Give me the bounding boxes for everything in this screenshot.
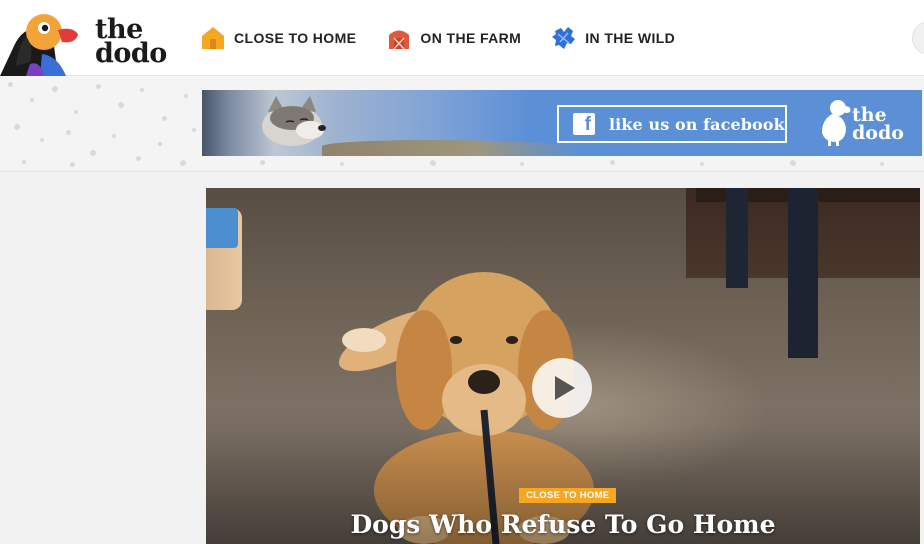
category-badge[interactable]: CLOSE TO HOME bbox=[519, 488, 617, 503]
nav-label-in-the-wild: IN THE WILD bbox=[585, 30, 676, 46]
speckle-dot bbox=[52, 86, 58, 92]
speckle-dot bbox=[112, 134, 116, 138]
speckle-dot bbox=[158, 142, 162, 146]
nav-item-close-to-home[interactable]: CLOSE TO HOME bbox=[200, 25, 356, 51]
speckle-dot bbox=[30, 98, 34, 102]
speckle-dot bbox=[184, 94, 188, 98]
main-nav: CLOSE TO HOME ON THE FARM IN THE WILD bbox=[200, 22, 705, 54]
barn-icon bbox=[386, 25, 412, 51]
speckle-dot bbox=[260, 160, 265, 165]
speckle-dot bbox=[40, 138, 44, 142]
speckle-dot bbox=[8, 82, 13, 87]
thumbnail-table-leg bbox=[788, 188, 818, 358]
speckle-dot bbox=[880, 162, 884, 166]
thumbnail-table-leg bbox=[726, 188, 748, 288]
speckle-dot bbox=[22, 160, 26, 164]
facebook-promo-banner[interactable]: f like us on facebook the dodo bbox=[202, 90, 922, 156]
featured-video-card[interactable]: CLOSE TO HOME Dogs Who Refuse To Go Home bbox=[206, 188, 920, 544]
nav-item-on-the-farm[interactable]: ON THE FARM bbox=[386, 25, 521, 51]
speckle-dot bbox=[140, 88, 144, 92]
speckle-dot bbox=[700, 162, 704, 166]
banner-landscape bbox=[322, 140, 582, 156]
site-header: the dodo CLOSE TO HOME ON THE FARM IN TH… bbox=[0, 0, 924, 76]
husky-dog-illustration-icon bbox=[262, 96, 326, 146]
dodo-bird-logo-icon bbox=[0, 14, 78, 76]
speckle-dot bbox=[430, 160, 436, 166]
banner-logo: the dodo bbox=[814, 96, 914, 150]
speckle-dot bbox=[66, 130, 71, 135]
like-on-facebook-button[interactable]: f like us on facebook bbox=[557, 105, 787, 143]
logo-word-dodo: dodo bbox=[95, 38, 167, 69]
paw-icon bbox=[551, 25, 577, 51]
play-icon bbox=[555, 376, 575, 400]
speckle-dot bbox=[136, 156, 141, 161]
speckle-dot bbox=[14, 124, 20, 130]
speckle-dot bbox=[118, 102, 124, 108]
speckle-dot bbox=[70, 162, 75, 167]
logo-wordmark: the dodo bbox=[95, 16, 167, 69]
nav-label-on-the-farm: ON THE FARM bbox=[420, 30, 522, 46]
facebook-icon: f bbox=[573, 113, 595, 135]
dodo-silhouette-icon bbox=[822, 100, 851, 146]
search-button[interactable] bbox=[912, 21, 924, 55]
speckle-dot bbox=[96, 84, 101, 89]
speckle-dot bbox=[520, 162, 524, 166]
featured-title[interactable]: Dogs Who Refuse To Go Home bbox=[206, 508, 920, 542]
speckle-dot bbox=[790, 160, 796, 166]
banner-logo-wordmark: the dodo bbox=[852, 106, 904, 144]
site-logo[interactable]: the dodo bbox=[0, 6, 180, 76]
speckle-dot bbox=[340, 162, 344, 166]
play-button[interactable] bbox=[532, 358, 592, 418]
nav-item-in-the-wild[interactable]: IN THE WILD bbox=[551, 25, 675, 51]
nav-label-close-to-home: CLOSE TO HOME bbox=[234, 30, 357, 46]
speckle-dot bbox=[192, 128, 196, 132]
speckle-dot bbox=[162, 116, 167, 121]
speckle-dot bbox=[180, 160, 186, 166]
banner-logo-dodo: dodo bbox=[852, 122, 904, 144]
house-icon bbox=[200, 25, 226, 51]
facebook-cta-label: like us on facebook bbox=[609, 114, 785, 134]
speckle-dot bbox=[74, 110, 78, 114]
speckle-dot bbox=[90, 150, 96, 156]
speckle-dot bbox=[610, 160, 615, 165]
thumbnail-basket bbox=[206, 208, 242, 310]
thumbnail-basket-cloth bbox=[206, 208, 238, 248]
